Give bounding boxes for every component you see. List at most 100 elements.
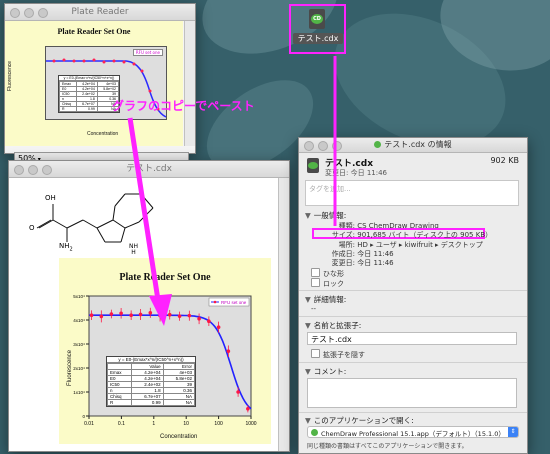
zoom-button[interactable] — [38, 8, 48, 18]
file-name-label: テスト.cdx — [293, 33, 343, 44]
chemdraw-badge: CD — [311, 14, 323, 24]
disclosure-triangle-icon: ▼ — [305, 211, 311, 220]
data-point — [246, 407, 250, 411]
close-button[interactable] — [14, 165, 24, 175]
zoom-button[interactable] — [42, 165, 52, 175]
data-point — [89, 313, 94, 317]
modified2-label: 変更日: — [331, 259, 355, 267]
open-with-select[interactable]: ChemDraw Professional 15.1.app（デフォルト）（15… — [307, 426, 519, 438]
small-chart-panel: Plate Reader Set One RFU set one y = E0-… — [5, 21, 183, 146]
small-fit-table: y = E0-(Emax·x^n/(IC50^n+x^n)) Emax 4.2e+… — [58, 75, 120, 113]
nh2-label: NH2 — [59, 242, 73, 252]
minimize-button[interactable] — [24, 8, 34, 18]
window-title: テスト.cdx の情報 — [384, 140, 452, 149]
checkbox-icon — [311, 278, 320, 287]
modified-row: 変更日: 今日 11:46 — [299, 258, 394, 268]
small-fit-table-row: R 0.99 NA — [59, 106, 120, 112]
close-button[interactable] — [304, 141, 314, 151]
disclosure-triangle-icon: ▼ — [305, 416, 311, 425]
chevron-updown-icon: ⇕ — [508, 427, 518, 437]
open-with-header-label: このアプリケーションで開く: — [313, 416, 414, 425]
x-tick-label: 0.01 — [84, 421, 94, 427]
size-row: サイズ: 901,685 バイト（ディスク上の 905 KB） — [299, 230, 492, 240]
general-header-label: 一般情報: — [313, 211, 347, 220]
chemdraw-app-icon — [311, 429, 318, 436]
fit-table-row: Emax 4.2e+04 4e+03 — [106, 369, 196, 376]
y-tick-label: 5x10⁴ — [73, 294, 85, 299]
fit-table-cell: 0.99 — [131, 399, 164, 406]
zoom-button[interactable] — [332, 141, 342, 151]
small-fit-table-cell: R — [59, 106, 77, 112]
plate-reader-window: Plate Reader Plate Reader Set One RFU se… — [4, 3, 196, 154]
data-point — [216, 325, 221, 329]
tags-placeholder: タグを追加... — [309, 185, 351, 193]
minimize-button[interactable] — [318, 141, 328, 151]
small-fit-table-body: Emax 4.2e+04 4e+03 E0 4.2e+04 5.8e+02 IC50 2.4e… — [59, 81, 120, 112]
small-x-axis-label: Concentration — [87, 131, 119, 137]
data-point — [197, 317, 201, 321]
cdx-canvas[interactable]: OH O NH2 NH H Plate Reader Set One 0 1x10⁴… — [9, 178, 279, 451]
y-tick-label: 0 — [82, 414, 85, 419]
y-axis-label: Fluorescence — [67, 349, 73, 386]
open-with-header[interactable]: ▼ このアプリケーションで開く: — [305, 415, 414, 426]
info-titlebar[interactable]: テスト.cdx の情報 — [299, 138, 527, 153]
cdx-file-icon: CD — [309, 9, 325, 29]
more-info-header[interactable]: ▼ 詳細情報: — [305, 294, 346, 305]
minimize-button[interactable] — [28, 165, 38, 175]
data-point — [138, 312, 143, 317]
data-point — [129, 313, 133, 317]
cdx-document-window: テスト.cdx OH O NH2 NH H Plate Reader Set O… — [8, 160, 290, 452]
indole-h: H — [131, 249, 136, 256]
modified-value: 今日 11:46 — [350, 169, 387, 177]
window-controls — [10, 8, 48, 18]
data-point — [119, 311, 123, 316]
cdx-titlebar[interactable]: テスト.cdx — [9, 161, 289, 178]
x-tick-label: 10 — [183, 421, 189, 427]
data-point — [207, 319, 211, 323]
data-point — [109, 312, 114, 316]
y-tick-label: 4x10⁴ — [73, 318, 85, 323]
name-field[interactable]: テスト.cdx — [307, 332, 517, 345]
x-tick-label: 0.1 — [118, 421, 125, 427]
cdx-scrollbar[interactable] — [278, 178, 289, 451]
data-point — [167, 312, 172, 317]
fit-table: y = E0-(Emax*x^n/(IC50^n+x^n)) Value Erro… — [106, 356, 196, 407]
small-legend-label: RFU set one — [135, 50, 160, 55]
y-tick-label: 1x10⁴ — [73, 390, 85, 395]
name-header-label: 名前と拡張子: — [313, 321, 362, 330]
more-info-value: -- — [311, 305, 317, 313]
desktop-file-icon[interactable]: CD テスト.cdx — [289, 4, 346, 54]
x-axis-label: Concentration — [160, 434, 198, 440]
name-ext-header[interactable]: ▼ 名前と拡張子: — [305, 320, 361, 331]
data-point — [226, 349, 231, 353]
tags-input[interactable]: タグを追加... — [305, 180, 519, 206]
comments-header[interactable]: ▼ コメント: — [305, 366, 346, 377]
checkbox-icon — [311, 349, 320, 358]
modified2-value: 今日 11:46 — [357, 259, 394, 267]
copy-paste-annotation: グラフのコピーでペースト — [112, 99, 255, 113]
name-field-value: テスト.cdx — [311, 335, 352, 344]
hide-extension-checkbox[interactable]: 拡張子を隠す — [311, 349, 365, 360]
y-tick-label: 3x10⁴ — [73, 342, 85, 347]
data-point — [148, 311, 153, 315]
checkbox-icon — [311, 268, 320, 277]
fit-table-cell: R — [106, 399, 133, 406]
plate-reader-titlebar[interactable]: Plate Reader — [5, 4, 195, 21]
info-size-short: 902 KB — [490, 156, 519, 165]
large-chart-panel[interactable]: Plate Reader Set One 0 1x10⁴ 2x10⁴ 3x10⁴ 4x1… — [59, 258, 271, 444]
info-file-icon — [307, 158, 319, 173]
large-chart-svg: 0 1x10⁴ 2x10⁴ 3x10⁴ 4x10⁴ 5x10⁴ 0.01 0.1 1 10 100 1… — [73, 294, 256, 427]
locked-checkbox[interactable]: ロック — [311, 278, 344, 289]
small-scrollbar[interactable] — [184, 21, 195, 146]
data-point — [177, 314, 182, 318]
disclosure-triangle-icon: ▼ — [305, 295, 311, 304]
info-window: テスト.cdx の情報 テスト.cdx 902 KB 変更日: 今日 11:46… — [298, 137, 528, 454]
size-value: 901,685 バイト（ディスク上の 905 KB） — [357, 231, 493, 239]
close-button[interactable] — [10, 8, 20, 18]
nh2-subscript: 2 — [69, 246, 73, 253]
small-fit-table-row: Emax 4.2e+04 4e+03 — [59, 81, 120, 87]
general-section-header[interactable]: ▼ 一般情報: — [305, 210, 346, 221]
chemdraw-badge-icon — [308, 162, 318, 169]
comments-field[interactable] — [307, 378, 517, 408]
modified-label: 変更日: — [325, 169, 349, 177]
